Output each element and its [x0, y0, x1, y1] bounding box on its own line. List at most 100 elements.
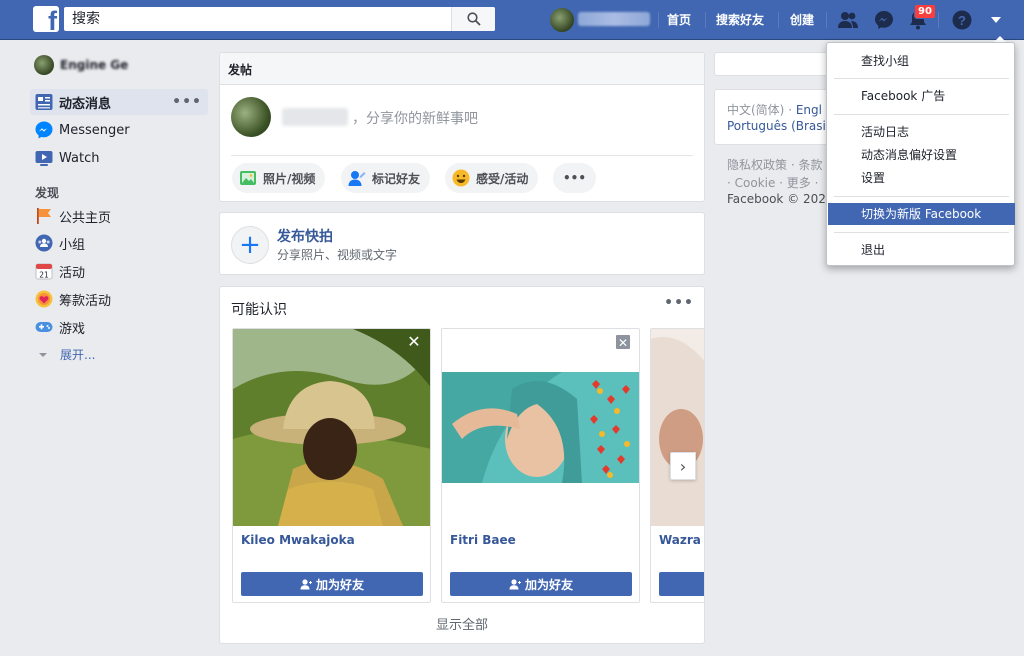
add-friend-label: 加为好友: [524, 577, 573, 592]
menu-divider: [834, 114, 1009, 115]
sidebar-item-news-feed[interactable]: 动态消息 •••: [30, 89, 208, 115]
sidebar-expand-link[interactable]: 展开...: [38, 346, 95, 363]
profile-avatar[interactable]: [550, 8, 574, 32]
footer-links[interactable]: · Cookie · 更多 ·: [727, 174, 818, 191]
sidebar-item-label: 公共主页: [59, 210, 112, 226]
language-link[interactable]: Engl: [796, 103, 822, 117]
close-icon[interactable]: ✕: [406, 334, 422, 350]
profile-name-blurred[interactable]: [578, 12, 650, 26]
story-title[interactable]: 发布快拍: [277, 226, 333, 246]
right-column-box: [714, 52, 834, 76]
gamepad-icon: [34, 317, 54, 337]
plus-icon[interactable]: +: [231, 226, 269, 264]
pymk-person-card: ✕ Kileo Mwakajoka 加为好友: [232, 328, 431, 603]
messenger-icon[interactable]: [872, 8, 896, 32]
sidebar-profile[interactable]: Engine Ge: [34, 55, 128, 75]
sidebar-item-messenger[interactable]: Messenger: [30, 117, 208, 143]
divider: [231, 155, 693, 156]
flag-icon: [34, 206, 54, 226]
menu-divider: [834, 196, 1009, 197]
composer-username-blurred: [282, 108, 348, 126]
search-input[interactable]: [64, 7, 448, 31]
sidebar-item-events[interactable]: 21 活动: [30, 258, 208, 284]
expand-label: 展开...: [60, 348, 96, 362]
search-icon: [466, 12, 481, 26]
person-photo[interactable]: [442, 329, 639, 526]
sidebar-item-groups[interactable]: 小组: [30, 230, 208, 256]
sidebar-item-label: Watch: [59, 150, 100, 166]
sidebar-item-label: 动态消息: [59, 96, 112, 112]
composer-input[interactable]: ，分享你的新鲜事吧: [352, 108, 478, 128]
sidebar-item-fundraisers[interactable]: 筹款活动: [30, 286, 208, 312]
sidebar-section-title: 发现: [35, 186, 60, 200]
nav-create-link[interactable]: 创建: [790, 11, 814, 28]
sidebar-item-label: 活动: [59, 265, 86, 281]
pymk-title: 可能认识: [231, 302, 287, 318]
menu-divider: [834, 232, 1009, 233]
friend-requests-icon[interactable]: [836, 8, 860, 32]
add-friend-label: 加为好友: [315, 577, 364, 592]
feeling-activity-button[interactable]: 感受/活动: [445, 163, 539, 193]
person-name[interactable]: Kileo Mwakajoka: [241, 533, 355, 547]
search-button[interactable]: [451, 7, 495, 31]
sidebar-item-label: Messenger: [59, 122, 130, 138]
more-actions-button[interactable]: •••: [553, 163, 597, 193]
composer-header: 发帖: [220, 53, 704, 85]
menu-item-activity-log[interactable]: 活动日志: [828, 121, 1015, 143]
sidebar-item-label: 游戏: [59, 321, 86, 337]
person-name[interactable]: Fitri Baee: [450, 533, 516, 547]
add-friend-icon: [509, 578, 521, 589]
copyright-text: Facebook © 202: [727, 192, 826, 206]
show-all-link[interactable]: 显示全部: [220, 614, 704, 633]
sidebar-item-games[interactable]: 游戏: [30, 314, 208, 340]
person-name[interactable]: Wazra: [659, 533, 701, 547]
person-photo[interactable]: [651, 329, 704, 526]
add-friend-button[interactable]: 加为好友: [450, 572, 632, 596]
more-options-icon[interactable]: •••: [664, 295, 694, 311]
sidebar-username: Engine Ge: [60, 58, 129, 72]
sidebar-item-label: 小组: [59, 237, 86, 253]
sidebar-item-pages[interactable]: 公共主页: [30, 203, 208, 229]
chevron-down-icon: [39, 352, 47, 357]
menu-item-settings[interactable]: 设置: [828, 167, 1015, 189]
pymk-person-card: ✕ Fitri Baee 加为好友: [441, 328, 640, 603]
search-box: [64, 7, 495, 31]
add-friend-button[interactable]: [659, 572, 704, 596]
help-icon[interactable]: ?: [950, 8, 974, 32]
sidebar-item-watch[interactable]: Watch: [30, 145, 208, 171]
menu-divider: [834, 78, 1009, 79]
nav-home-link[interactable]: 首页: [667, 11, 691, 28]
fundraiser-icon: [34, 289, 54, 309]
menu-item-news-feed-preferences[interactable]: 动态消息偏好设置: [828, 144, 1015, 166]
nav-divider: [705, 12, 706, 28]
tag-friends-button[interactable]: 标记好友: [341, 163, 431, 193]
sidebar-item-label: 筹款活动: [59, 293, 112, 309]
post-composer: 发帖 ，分享你的新鲜事吧 照片/视频 标记好友 感受/活动 •••: [219, 52, 705, 202]
photo-video-button[interactable]: 照片/视频: [232, 163, 326, 193]
add-friend-button[interactable]: 加为好友: [241, 572, 423, 596]
watch-icon: [34, 148, 54, 168]
carousel-next-arrow-icon[interactable]: ›: [670, 452, 696, 480]
menu-item-find-groups[interactable]: 查找小组: [828, 50, 1015, 72]
nav-divider: [778, 12, 779, 28]
story-card[interactable]: + 发布快拍 分享照片、视频或文字: [219, 212, 705, 275]
close-icon[interactable]: ✕: [615, 334, 631, 350]
nav-divider: [938, 12, 939, 28]
person-photo[interactable]: [233, 329, 430, 526]
calendar-icon: 21: [34, 261, 54, 281]
menu-item-switch-new-facebook[interactable]: 切换为新版 Facebook: [828, 203, 1015, 225]
footer-links[interactable]: 隐私权政策 · 条款: [727, 156, 822, 173]
menu-item-facebook-ads[interactable]: Facebook 广告: [828, 85, 1015, 107]
svg-text:21: 21: [39, 271, 49, 280]
nav-find-friends-link[interactable]: 搜索好友: [716, 11, 764, 28]
tag-friends-icon: [347, 168, 367, 188]
menu-item-log-out[interactable]: 退出: [828, 239, 1015, 261]
facebook-logo-icon[interactable]: f: [33, 6, 59, 32]
account-menu-dropdown-icon[interactable]: [984, 8, 1008, 32]
smiley-icon: [451, 168, 471, 188]
more-options-icon[interactable]: •••: [172, 94, 202, 110]
messenger-icon: [34, 120, 54, 140]
add-friend-icon: [300, 578, 312, 589]
language-box: 中文(简体) · Engl Português (Brasil: [714, 89, 834, 145]
language-link[interactable]: Português (Brasil: [727, 119, 829, 133]
